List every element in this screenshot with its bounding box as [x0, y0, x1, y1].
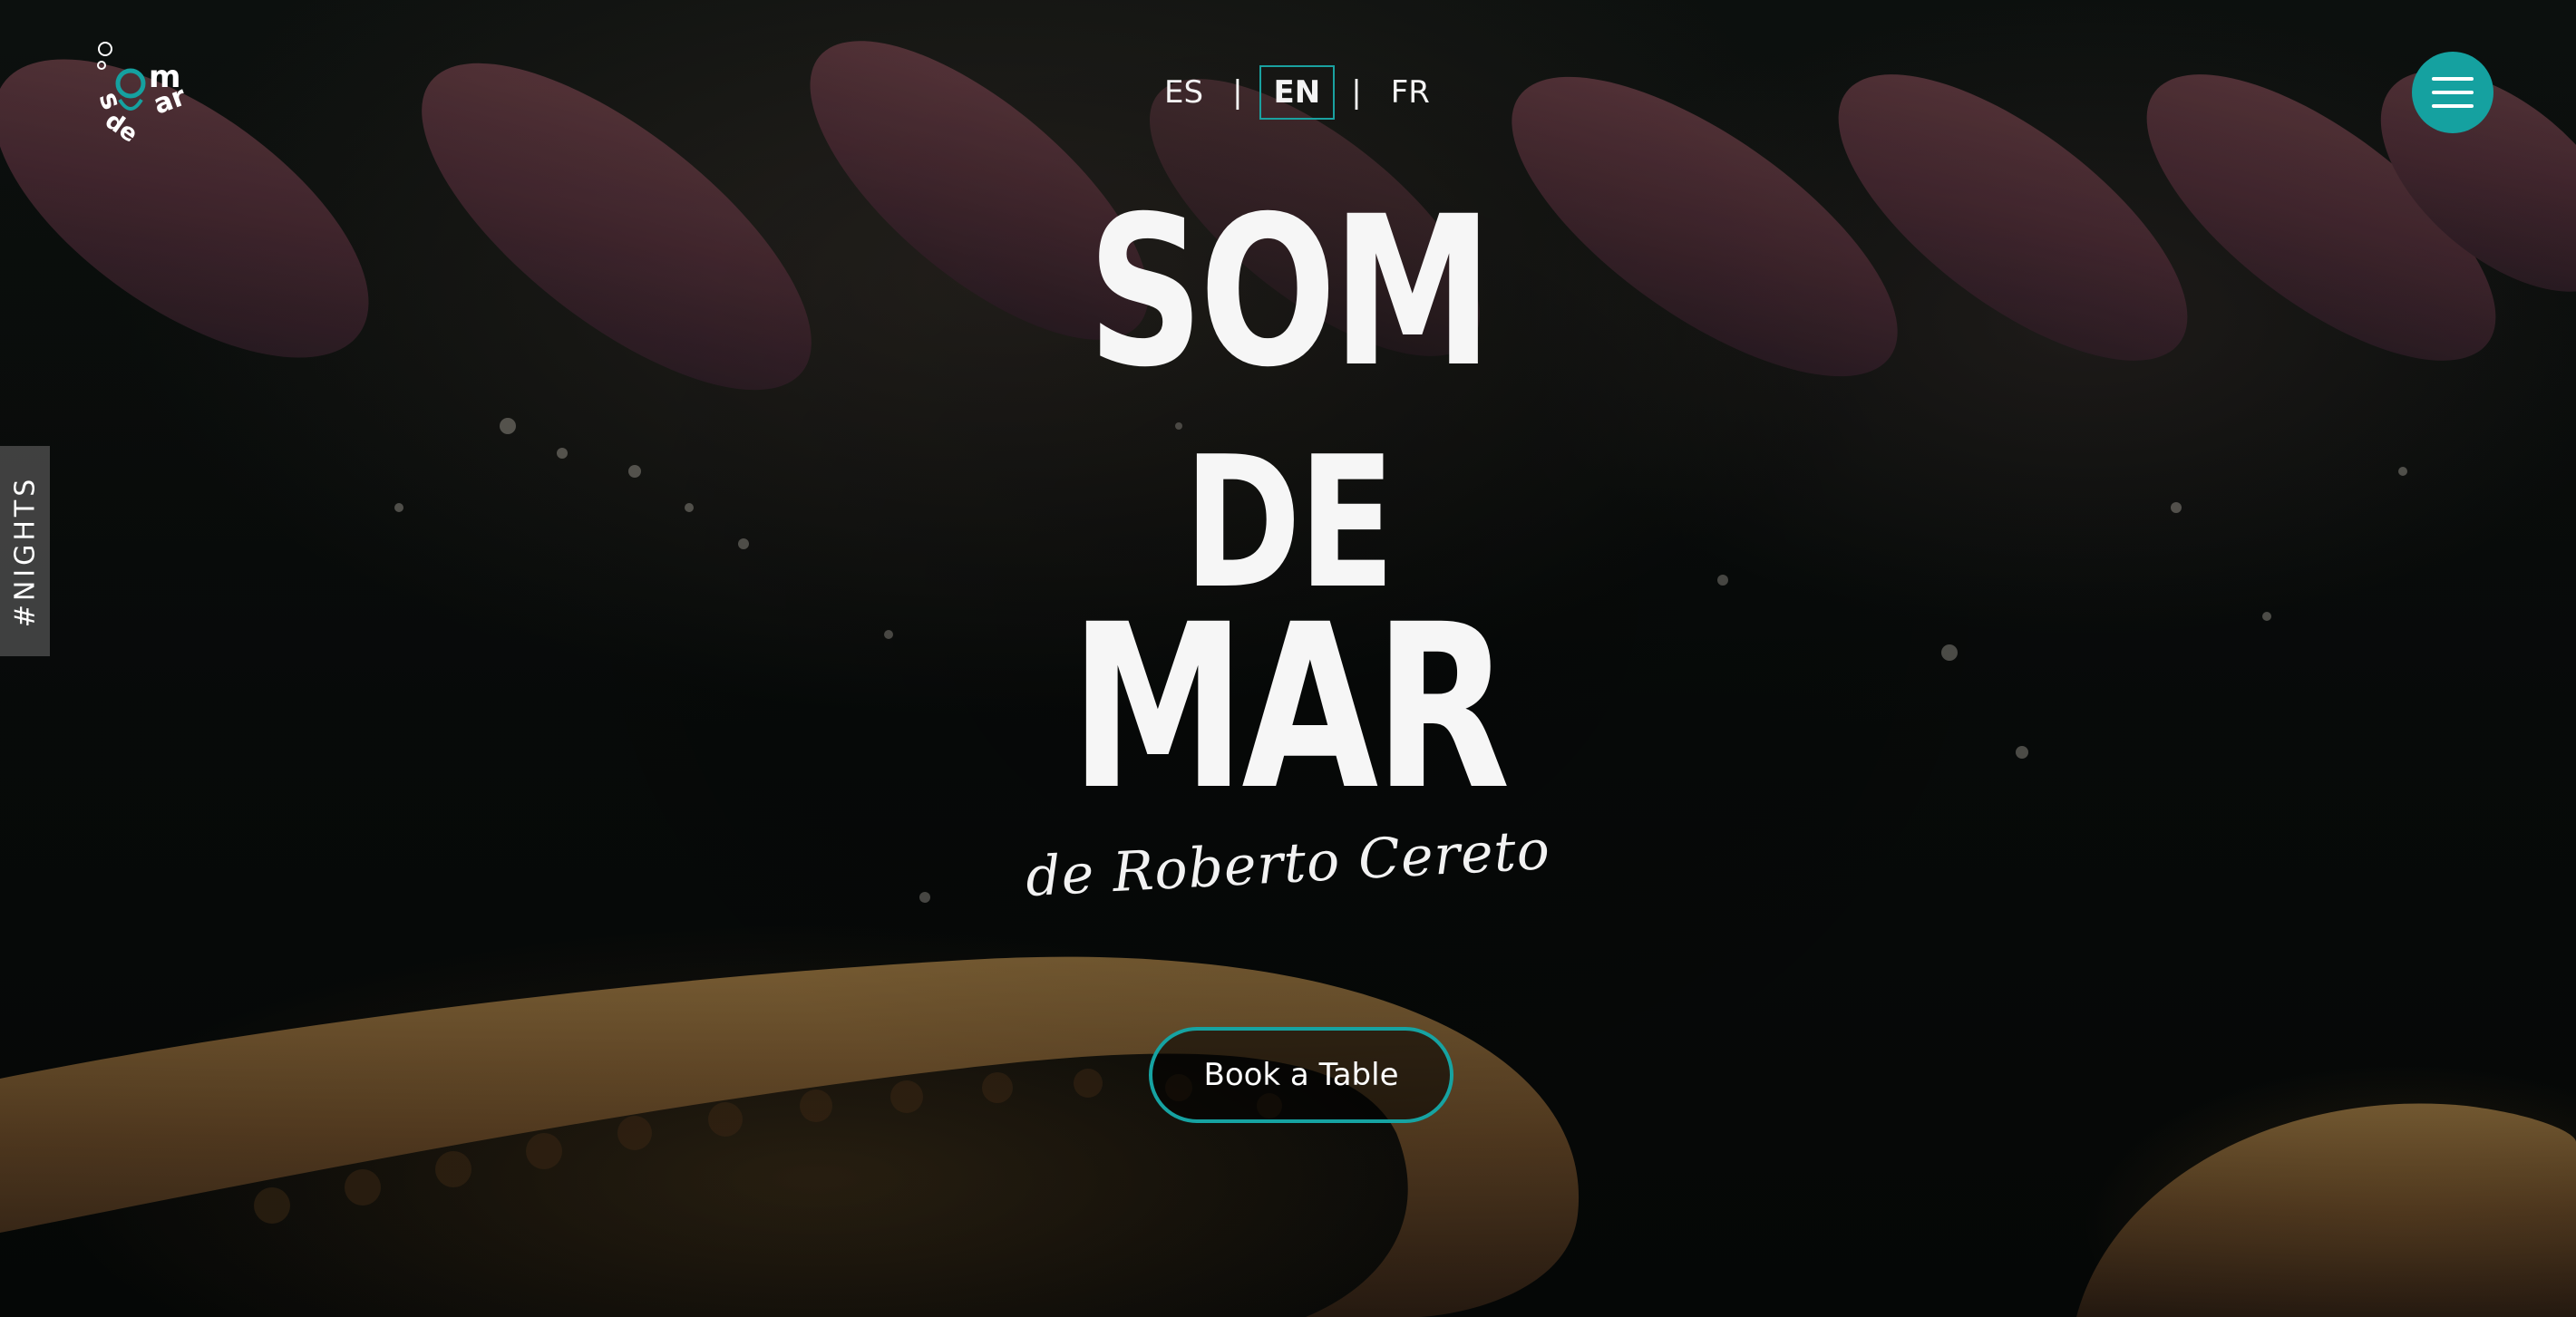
- hero-title-line-1: SOM: [1087, 171, 1492, 412]
- book-a-table-button[interactable]: Book a Table: [1149, 1027, 1453, 1123]
- lang-option-es[interactable]: ES: [1152, 65, 1216, 120]
- lang-separator: |: [1232, 74, 1243, 111]
- lang-option-en[interactable]: EN: [1259, 65, 1336, 120]
- som-de-mar-logo[interactable]: m ar s de: [83, 36, 201, 145]
- hero-title-line-3: MAR: [1069, 576, 1511, 839]
- lang-separator: |: [1351, 74, 1362, 111]
- language-switcher: ES | EN | FR: [1152, 63, 1443, 121]
- hamburger-menu-icon-line: [2432, 91, 2474, 94]
- lang-option-fr[interactable]: FR: [1378, 65, 1443, 120]
- nights-side-tab[interactable]: #NIGHTS: [0, 446, 50, 656]
- side-tab-label: #NIGHTS: [9, 475, 42, 627]
- hamburger-menu-icon: [2432, 77, 2474, 81]
- hamburger-menu-icon-line: [2432, 104, 2474, 108]
- hero-section: m ar s de ES | EN | FR #NIGHTS SOM DE MA…: [0, 0, 2576, 1317]
- svg-text:de: de: [100, 107, 142, 145]
- menu-button[interactable]: [2412, 52, 2493, 133]
